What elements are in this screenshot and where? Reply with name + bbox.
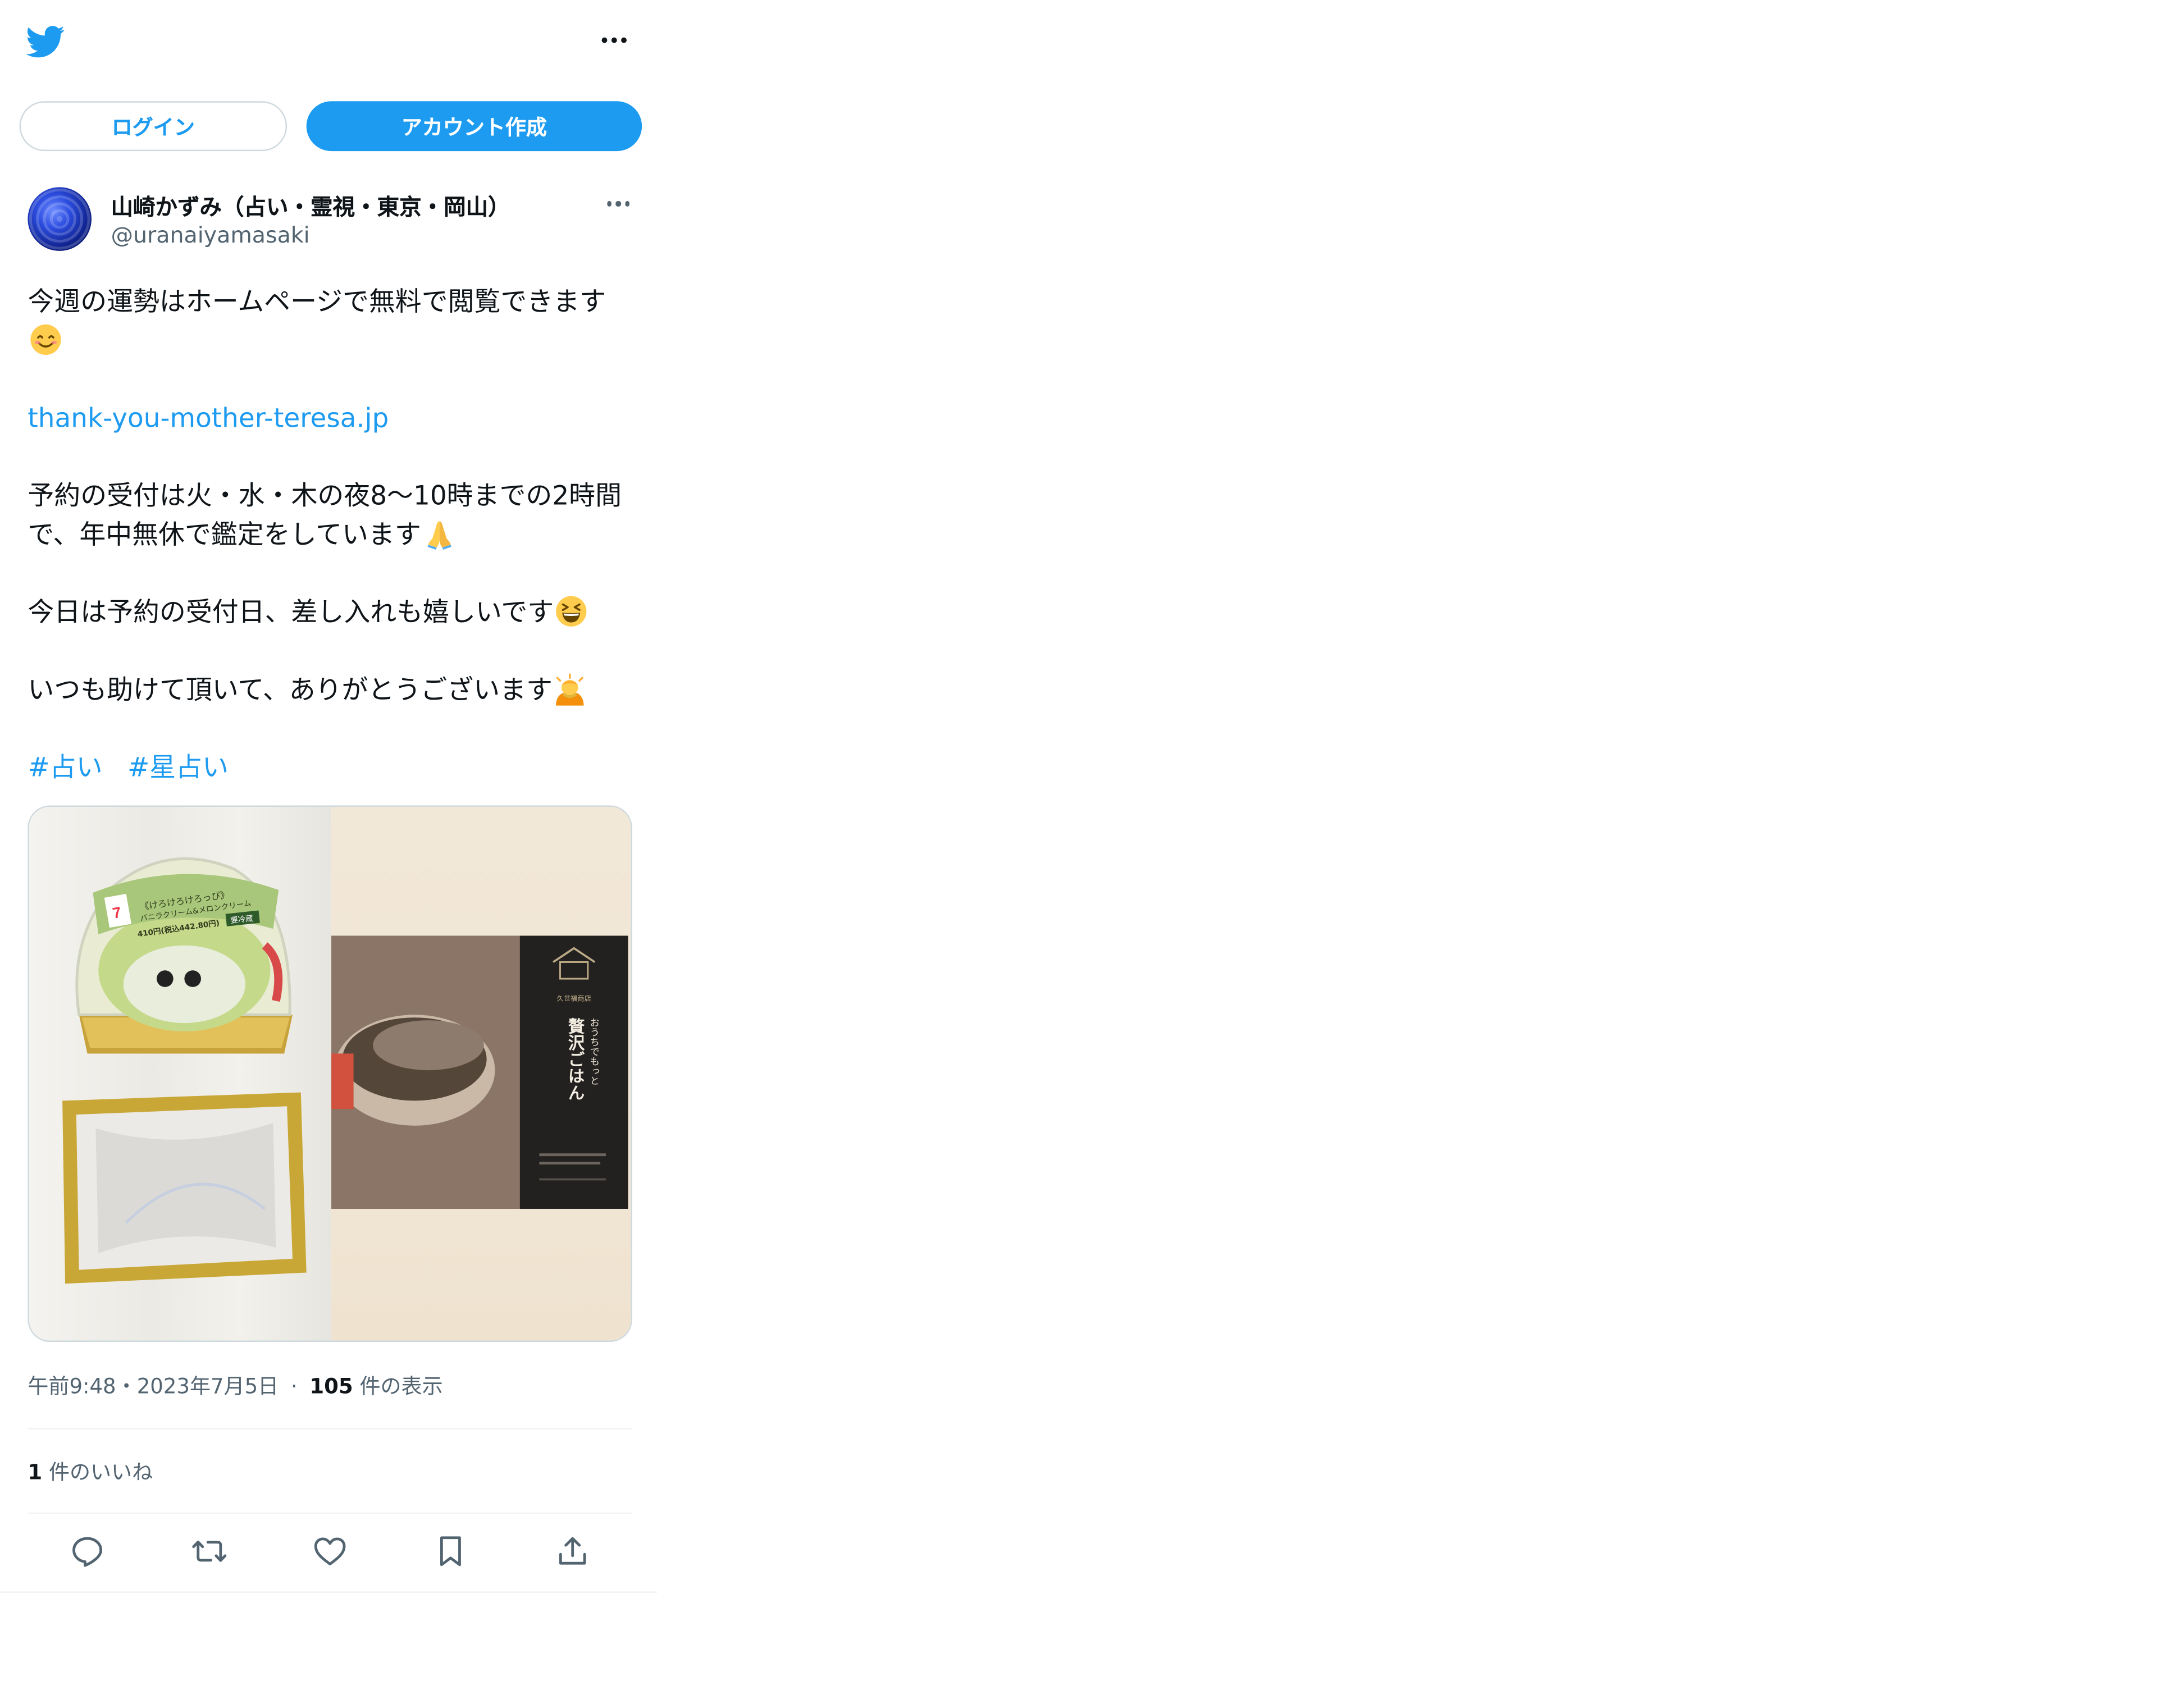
tweet-line-text: で、年中無休で鑑定をしています xyxy=(28,519,421,551)
dot xyxy=(606,201,612,207)
tweet-column: ログイン アカウント作成 山崎かずみ（占い・霊視・東京・岡山） @uranaiy… xyxy=(0,0,658,1593)
photo-card[interactable]: 久世福商店 おうちでもっと 贅沢ごはん xyxy=(331,806,631,1341)
separator-dot: · xyxy=(290,1373,298,1399)
card-brand: 久世福商店 xyxy=(556,994,591,1003)
tweet-line: 今日は予約の受付日、差し入れも嬉しいです xyxy=(28,593,637,632)
homepage-link[interactable]: thank-you-mother-teresa.jp xyxy=(28,403,389,433)
card-illustration: 久世福商店 おうちでもっと 贅沢ごはん xyxy=(331,935,628,1209)
divider xyxy=(28,1428,632,1430)
dot xyxy=(624,201,630,207)
author-handle[interactable]: @uranaiyamasaki xyxy=(111,222,310,248)
smiling-face-icon xyxy=(30,324,61,355)
views-count: 105 xyxy=(309,1373,353,1399)
person-bowing-icon xyxy=(556,673,585,706)
tweet-line-text: 予約の受付は火・水・木の夜8〜10時までの2時間 xyxy=(28,481,622,512)
tweet-line: で、年中無休で鑑定をしています xyxy=(28,515,637,554)
hashtag-link[interactable]: #星占い xyxy=(127,753,229,783)
bookmark-icon[interactable] xyxy=(432,1533,468,1569)
tweet-line-text: いつも助けて頂いて、ありがとうございます xyxy=(28,675,553,706)
retweet-icon[interactable] xyxy=(191,1533,227,1569)
hashtags: #占い #星占い xyxy=(28,748,637,787)
card-subtitle: おうちでもっと xyxy=(588,1017,599,1085)
tweet-line: 今週の運勢はホームページで無料で閲覧できます xyxy=(28,283,637,322)
grinning-squinting-face-icon xyxy=(556,596,587,627)
tweet-line xyxy=(28,322,637,360)
tweet-line: thank-you-mother-teresa.jp xyxy=(28,399,637,438)
card-title: 贅沢ごはん xyxy=(565,1017,585,1100)
reply-icon[interactable] xyxy=(69,1533,105,1569)
folded-hands-icon xyxy=(427,521,451,550)
author-name[interactable]: 山崎かずみ（占い・霊視・東京・岡山） xyxy=(111,189,510,222)
tweet-line-text: 今日は予約の受付日、差し入れも嬉しいです xyxy=(28,597,554,628)
dot xyxy=(615,201,621,207)
dessert-illustration: 7 《けろけろけろっぴ》 バニラクリーム&メロンクリーム 410円(税込442.… xyxy=(62,857,307,1284)
share-icon[interactable] xyxy=(555,1533,591,1569)
signup-button[interactable]: アカウント作成 xyxy=(306,101,642,152)
divider xyxy=(28,1512,632,1514)
login-button[interactable]: ログイン xyxy=(19,101,288,152)
dot xyxy=(601,37,608,43)
tweet-line-text: 今週の運勢はホームページで無料で閲覧できます xyxy=(28,287,606,318)
likes-label: 件のいいね xyxy=(48,1459,153,1485)
tweet-time[interactable]: 午前9:48 xyxy=(28,1374,116,1399)
separator: ・ xyxy=(116,1373,137,1399)
tweet-line: 予約の受付は火・水・木の夜8〜10時までの2時間 xyxy=(28,477,637,515)
tweet-more-icon[interactable] xyxy=(602,190,635,217)
tweet-meta: 午前9:48・2023年7月5日 · 105 件の表示 xyxy=(28,1371,442,1400)
page: ログイン アカウント作成 山崎かずみ（占い・霊視・東京・岡山） @uranaiy… xyxy=(0,0,2163,1708)
tweet-media[interactable]: 7 《けろけろけろっぴ》 バニラクリーム&メロンクリーム 410円(税込442.… xyxy=(28,805,632,1342)
avatar[interactable] xyxy=(28,187,92,251)
more-options-icon[interactable] xyxy=(596,25,632,55)
tweet-text: 今週の運勢はホームページで無料で閲覧できます thank-you-mother-… xyxy=(28,283,637,788)
likes-count: 1 xyxy=(28,1459,43,1485)
dot xyxy=(621,37,627,43)
dot xyxy=(611,37,617,43)
twitter-bird-icon[interactable] xyxy=(26,22,65,61)
tweet-date[interactable]: 2023年7月5日 xyxy=(137,1374,279,1399)
likes-stat[interactable]: 1 件のいいね xyxy=(28,1457,153,1486)
tweet-line: いつも助けて頂いて、ありがとうございます xyxy=(28,671,637,710)
photo-dessert[interactable]: 7 《けろけろけろっぴ》 バニラクリーム&メロンクリーム 410円(税込442.… xyxy=(29,806,332,1341)
like-icon[interactable] xyxy=(312,1533,348,1569)
views-label: 件の表示 xyxy=(359,1373,443,1399)
hashtag-link[interactable]: #占い xyxy=(28,753,102,783)
